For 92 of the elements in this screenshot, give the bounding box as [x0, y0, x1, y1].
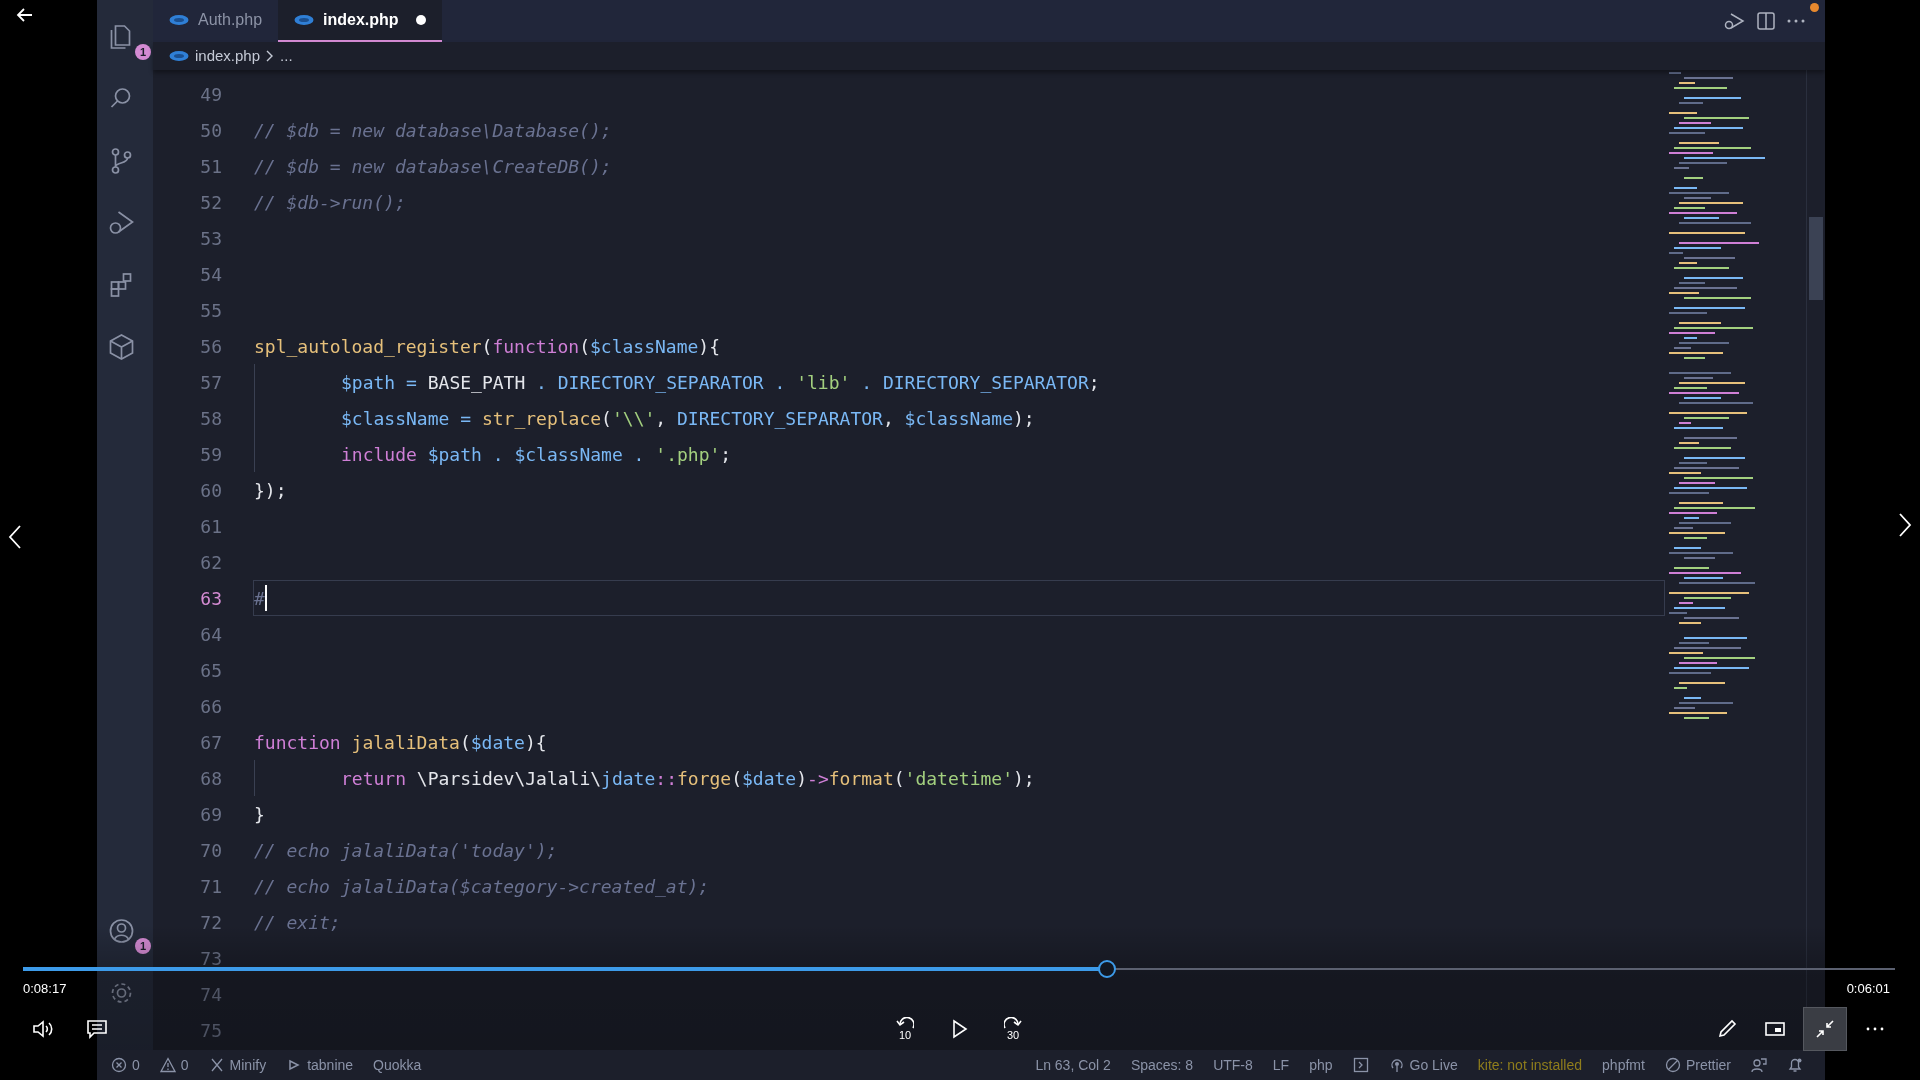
rewind-icon [896, 1016, 914, 1029]
code-line: } [254, 802, 265, 827]
line-number: 69 [199, 802, 222, 827]
code-line: // echo jalaliData($category->created_at); [254, 874, 710, 899]
status-item[interactable]: 0 [159, 1054, 189, 1076]
split-editor-icon[interactable] [1757, 12, 1775, 30]
line-number: 74 [199, 982, 222, 1007]
account-icon[interactable] [109, 918, 135, 944]
status-item[interactable]: phpfmt [1602, 1054, 1645, 1076]
bell-icon[interactable] [1787, 1057, 1803, 1073]
line-number: 68 [199, 766, 222, 791]
code-line: $className = str_replace('\\', DIRECTORY_SEPARATOR, $className); [341, 406, 1035, 431]
code-line: function jalaliData($date){ [254, 730, 547, 755]
more-icon[interactable] [1787, 19, 1805, 23]
line-number: 59 [199, 442, 222, 467]
status-item[interactable]: 0 [111, 1054, 140, 1076]
line-number: 66 [199, 694, 222, 719]
php-icon [169, 50, 189, 62]
code-line: $path = BASE_PATH . DIRECTORY_SEPARATOR . 'lib' . DIRECTORY_SEPARATOR; [341, 370, 1100, 395]
line-number: 51 [199, 154, 222, 179]
more-icon [1866, 1026, 1884, 1031]
chevron-icon [266, 50, 275, 62]
status-item[interactable]: Go Live [1388, 1054, 1458, 1076]
warning-icon [159, 1057, 176, 1073]
code-line: # [254, 586, 265, 611]
line-number: 55 [199, 298, 222, 323]
previous-button[interactable] [8, 523, 22, 550]
line-number: 61 [199, 514, 222, 539]
code-line: }); [254, 478, 287, 503]
forward-icon [1004, 1016, 1022, 1029]
line-number: 53 [199, 226, 222, 251]
status-item[interactable]: kite: not installed [1477, 1054, 1583, 1076]
notification-dot [1810, 3, 1819, 12]
rewind-button[interactable]: 10 [885, 1008, 925, 1049]
line-number: 62 [199, 550, 222, 575]
line-number: 73 [199, 946, 222, 971]
line-number: 57 [199, 370, 222, 395]
back-button[interactable] [16, 7, 34, 23]
status-item[interactable]: tabnine [286, 1054, 354, 1076]
error-icon [111, 1057, 127, 1073]
line-number: 72 [199, 910, 222, 935]
status-item[interactable]: Quokka [373, 1054, 422, 1076]
code-line: // $db = new database\CreateDB(); [254, 154, 612, 179]
code-line: spl_autoload_register(function($className){ [254, 334, 721, 359]
php-icon [169, 14, 189, 26]
status-item[interactable]: php [1309, 1054, 1333, 1076]
status-item[interactable]: Prettier [1664, 1054, 1731, 1076]
status-item[interactable]: UTF-8 [1213, 1054, 1253, 1076]
line-number: 65 [199, 658, 222, 683]
code-line: // echo jalaliData('today'); [254, 838, 558, 863]
line-number: 70 [199, 838, 222, 863]
notification-badge: 1 [135, 44, 151, 60]
php-icon [294, 14, 315, 26]
feedback-icon[interactable] [1751, 1057, 1767, 1073]
editor-tab[interactable]: index.php [278, 0, 442, 42]
line-number: 75 [199, 1018, 222, 1043]
line-number: 49 [199, 82, 222, 107]
line-number: 50 [199, 118, 222, 143]
code-line: // $db->run(); [254, 190, 406, 215]
exit-fullscreen-button[interactable] [1803, 1006, 1847, 1051]
line-number: 63 [199, 586, 222, 611]
code-line: // exit; [254, 910, 341, 935]
terminal-icon[interactable] [1352, 1057, 1369, 1073]
remaining-time: 0:06:01 [1846, 980, 1890, 998]
run-debug-icon[interactable] [1723, 11, 1745, 31]
cube-icon[interactable] [109, 334, 135, 360]
elapsed-time: 0:08:17 [23, 980, 67, 998]
forward-button[interactable]: 30 [993, 1008, 1033, 1049]
broadcast-icon [1388, 1057, 1405, 1073]
line-number: 64 [199, 622, 222, 647]
status-item[interactable]: LF [1272, 1054, 1290, 1076]
code-line: // $db = new database\Database(); [254, 118, 612, 143]
scrollbar-thumb[interactable] [1809, 217, 1823, 300]
status-item[interactable]: Minify [208, 1054, 267, 1076]
code-line: return \Parsidev\Jalali\jdate::forge($date)->format('datetime'); [341, 766, 1035, 791]
code-line: include $path . $className . '.php'; [341, 442, 732, 467]
text-cursor [264, 585, 267, 611]
line-number: 71 [199, 874, 222, 899]
line-number: 54 [199, 262, 222, 287]
breadcrumb-item[interactable]: index.php [195, 44, 261, 68]
line-number: 58 [199, 406, 222, 431]
next-button[interactable] [1898, 512, 1912, 538]
run-debug-icon[interactable] [109, 210, 135, 236]
line-number: 60 [199, 478, 222, 503]
breadcrumb-item[interactable]: ... [280, 44, 293, 68]
blocked-icon [1664, 1057, 1681, 1073]
line-number: 56 [199, 334, 222, 359]
status-item[interactable]: Spaces: 8 [1130, 1054, 1194, 1076]
status-item[interactable]: Ln 63, Col 2 [1035, 1054, 1111, 1076]
notification-badge: 1 [135, 938, 151, 954]
line-number: 67 [199, 730, 222, 755]
line-number: 52 [199, 190, 222, 215]
